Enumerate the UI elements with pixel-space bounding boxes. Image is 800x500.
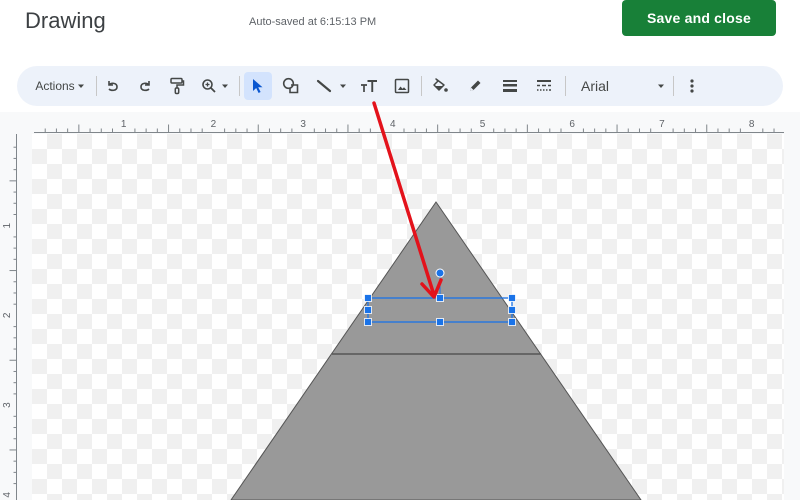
- line-icon: [316, 79, 331, 93]
- font-family-value: Arial: [581, 78, 610, 94]
- ruler-label: 1: [2, 222, 13, 228]
- chevron-down-icon: [339, 84, 346, 88]
- actions-menu[interactable]: Actions: [29, 66, 91, 106]
- toolbar-divider: [673, 76, 674, 96]
- font-family-select[interactable]: Arial: [581, 66, 665, 106]
- toolbar-divider: [565, 76, 566, 96]
- toolbar-divider: [96, 76, 97, 96]
- resize-handle-bottom-right[interactable]: [508, 318, 516, 326]
- border-color-button[interactable]: [462, 66, 488, 106]
- save-and-close-button[interactable]: Save and close: [622, 0, 776, 36]
- text-box-icon: [361, 80, 377, 92]
- more-options-button[interactable]: [681, 66, 703, 106]
- fill-color-icon: [433, 78, 448, 92]
- rotation-handle[interactable]: [435, 268, 445, 278]
- paint-format-icon: [170, 77, 185, 95]
- shape-tool-button[interactable]: [278, 66, 304, 106]
- redo-button[interactable]: [133, 66, 157, 106]
- border-dash-icon: [537, 80, 551, 91]
- more-options-icon: [690, 79, 694, 93]
- text-box-button[interactable]: [356, 66, 382, 106]
- actions-label: Actions: [35, 79, 75, 93]
- ruler-label: 8: [749, 119, 755, 130]
- resize-handle-middle-right[interactable]: [508, 306, 516, 314]
- toolbar: Actions Arial: [17, 66, 783, 106]
- resize-handle-top-right[interactable]: [508, 294, 516, 302]
- vertical-ruler: 1 2 3 4: [0, 134, 22, 500]
- chevron-down-icon: [658, 84, 664, 88]
- image-icon: [394, 78, 410, 94]
- zoom-button[interactable]: [197, 66, 233, 106]
- ruler-label: 5: [480, 119, 486, 130]
- redo-icon: [140, 81, 150, 92]
- border-weight-button[interactable]: [497, 66, 523, 106]
- fill-color-button[interactable]: [427, 66, 453, 106]
- autosave-status: Auto-saved at 6:15:13 PM: [249, 16, 377, 28]
- resize-handle-middle-left[interactable]: [364, 306, 372, 314]
- ruler-label: 1: [121, 119, 127, 130]
- shape-icon: [282, 77, 299, 94]
- drawing-title: Drawing: [25, 8, 106, 33]
- zoom-icon: [202, 79, 216, 93]
- line-tool-button[interactable]: [310, 66, 352, 106]
- select-icon: [253, 79, 263, 93]
- paint-format-button[interactable]: [165, 66, 189, 106]
- resize-handle-bottom-center[interactable]: [436, 318, 444, 326]
- chevron-down-icon: [77, 84, 84, 88]
- undo-button[interactable]: [101, 66, 125, 106]
- border-weight-icon: [503, 80, 517, 92]
- resize-handle-bottom-left[interactable]: [364, 318, 372, 326]
- resize-handle-top-center[interactable]: [436, 294, 444, 302]
- ruler-label: 4: [2, 492, 13, 498]
- border-color-icon: [470, 80, 481, 91]
- toolbar-divider: [239, 76, 240, 96]
- ruler-label: 2: [2, 312, 13, 318]
- ruler-label: 3: [2, 402, 13, 408]
- undo-icon: [108, 81, 118, 92]
- resize-handle-top-left[interactable]: [364, 294, 372, 302]
- ruler-label: 4: [390, 119, 396, 130]
- ruler-label: 7: [659, 119, 665, 130]
- border-dash-button[interactable]: [531, 66, 557, 106]
- ruler-label: 6: [569, 119, 575, 130]
- ruler-label: 2: [211, 119, 217, 130]
- select-tool-button[interactable]: [244, 72, 272, 100]
- insert-image-button[interactable]: [389, 66, 415, 106]
- horizontal-ruler: 1 2 3 4 5 6 7 8: [0, 112, 800, 134]
- ruler-label: 3: [300, 119, 306, 130]
- toolbar-divider: [421, 76, 422, 96]
- chevron-down-icon: [222, 84, 228, 88]
